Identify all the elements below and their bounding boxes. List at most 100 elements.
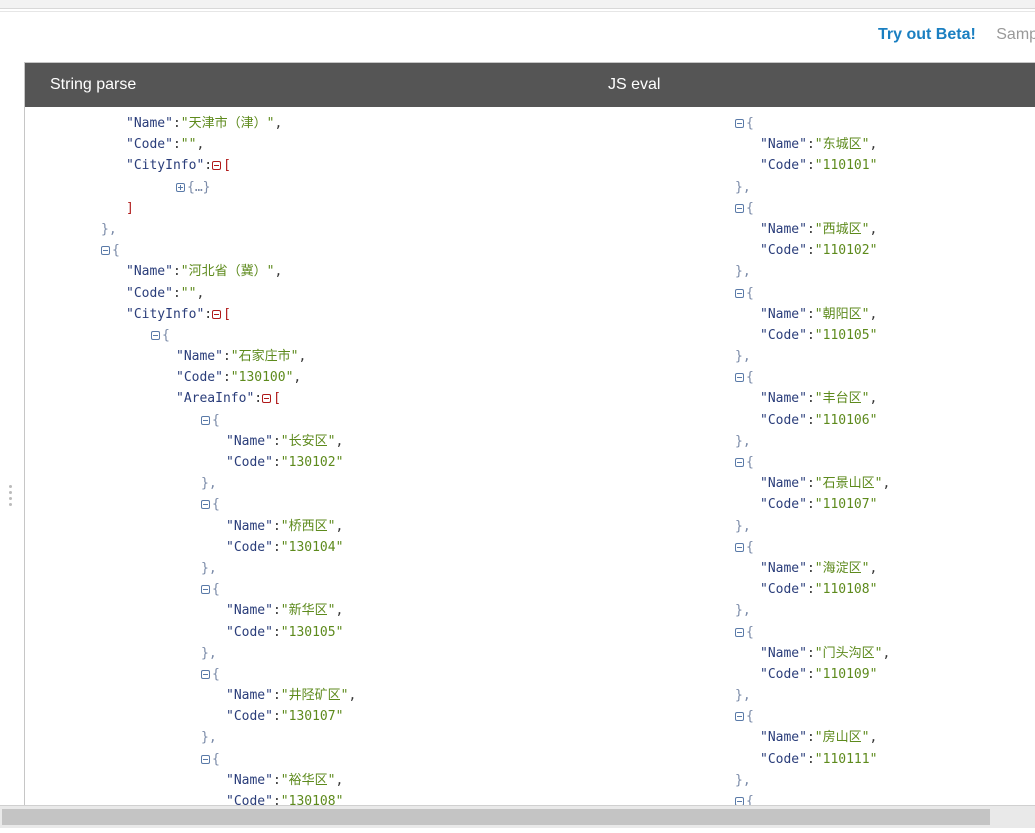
collapse-icon[interactable] (151, 330, 160, 340)
json-key: "Name" (760, 730, 807, 746)
json-key: "AreaInfo" (176, 391, 255, 407)
json-line: "Code":"110108" (735, 579, 890, 600)
json-value: "110111" (814, 751, 878, 767)
json-punctuation: }, (735, 349, 751, 365)
collapse-icon[interactable] (201, 415, 210, 425)
json-punctuation: }, (735, 433, 751, 449)
collapse-icon[interactable] (735, 203, 744, 213)
json-punctuation: : (222, 370, 231, 386)
resize-grip-icon[interactable] (9, 485, 13, 515)
json-key: "Code" (760, 412, 807, 428)
collapse-icon[interactable] (735, 458, 744, 467)
collapse-icon[interactable] (735, 627, 744, 637)
json-key: "Name" (760, 476, 807, 492)
json-punctuation: : (806, 666, 815, 682)
json-punctuation: , (335, 433, 344, 449)
json-punctuation: { (746, 116, 754, 131)
json-value: "130105" (280, 624, 344, 640)
json-punctuation: , (196, 285, 205, 301)
json-line: }, (735, 600, 890, 621)
string-parse-tree: "Name":"天津市（津）", "Code":"", "CityInfo":[{…… (51, 113, 356, 812)
json-punctuation: : (272, 603, 281, 619)
json-punctuation: }, (735, 264, 751, 280)
json-line: { (735, 283, 890, 304)
json-value: "110105" (814, 327, 878, 343)
json-line: { (51, 325, 356, 346)
json-line: { (51, 664, 356, 685)
json-line: { (735, 452, 890, 473)
json-key: "Name" (126, 116, 173, 131)
json-line: { (51, 410, 356, 431)
json-punctuation: : (806, 582, 815, 598)
json-key: "Code" (760, 582, 807, 598)
collapse-icon[interactable] (201, 754, 210, 764)
collapse-icon[interactable] (201, 669, 210, 679)
json-punctuation: : (272, 518, 281, 534)
json-key: "Code" (760, 327, 807, 343)
json-line: "Code":"110109" (735, 664, 890, 685)
json-punctuation: }, (201, 730, 217, 746)
json-punctuation: , (348, 688, 357, 704)
collapse-icon[interactable] (101, 246, 110, 256)
panel-content: "Name":"天津市（津）", "Code":"", "CityInfo":[{…… (25, 107, 1035, 823)
json-line: { (735, 367, 890, 388)
json-key: "Name" (760, 391, 807, 407)
json-line: "Name":"房山区", (735, 727, 890, 748)
json-punctuation: }, (735, 179, 751, 195)
json-line: "CityInfo": [ (51, 155, 356, 176)
collapse-icon[interactable] (735, 542, 744, 552)
json-key: "Name" (760, 221, 807, 237)
json-line: "Code":"110105" (735, 325, 890, 346)
json-punctuation: { (746, 370, 754, 386)
json-punctuation: { (162, 327, 170, 343)
json-key: "Name" (226, 772, 273, 788)
collapse-icon[interactable] (212, 309, 222, 319)
json-punctuation: , (869, 730, 878, 746)
json-value: "130102" (280, 455, 344, 470)
json-punctuation: , (869, 221, 878, 237)
json-punctuation: : (806, 560, 815, 576)
divider (0, 11, 1035, 12)
json-line: "Name":"西城区", (735, 219, 890, 240)
json-punctuation: : (806, 327, 815, 343)
expand-icon[interactable] (176, 182, 185, 192)
json-value: "130107" (280, 709, 344, 725)
json-punctuation: , (335, 772, 344, 788)
collapse-icon[interactable] (735, 712, 744, 722)
json-punctuation: : (806, 476, 815, 492)
json-punctuation: : (806, 137, 815, 153)
json-key: "Code" (760, 158, 807, 174)
sample-link[interactable]: Sampl (996, 26, 1035, 43)
json-punctuation: , (298, 349, 307, 365)
json-punctuation: : (806, 730, 815, 746)
json-punctuation: [ (273, 391, 281, 407)
json-punctuation: : (272, 539, 281, 555)
collapse-icon[interactable] (212, 161, 222, 171)
json-line: "Name":"海淀区", (735, 558, 890, 579)
json-punctuation: }, (735, 688, 751, 704)
try-beta-link[interactable]: Try out Beta! (878, 26, 976, 43)
json-punctuation: : (272, 624, 281, 640)
json-key: "Name" (760, 137, 807, 153)
json-punctuation: : (172, 137, 181, 153)
json-punctuation: : (806, 497, 815, 513)
json-punctuation: : (204, 306, 213, 322)
json-value: "石景山区" (814, 476, 883, 492)
json-line: }, (735, 516, 890, 537)
json-punctuation: }, (735, 603, 751, 619)
json-line: "Code":"130102" (51, 452, 356, 473)
collapse-icon[interactable] (262, 394, 272, 404)
json-key: "Name" (226, 518, 273, 534)
horizontal-scrollbar[interactable] (0, 805, 1035, 828)
collapse-icon[interactable] (201, 500, 210, 510)
json-line: "Name":"新华区", (51, 600, 356, 621)
json-value: "西城区" (814, 221, 870, 237)
scrollbar-thumb[interactable] (2, 809, 990, 825)
collapse-icon[interactable] (735, 119, 744, 128)
collapse-icon[interactable] (201, 585, 210, 595)
collapse-icon[interactable] (735, 373, 744, 383)
json-line: "Code":"130105" (51, 622, 356, 643)
json-value: "房山区" (814, 730, 870, 746)
collapse-icon[interactable] (735, 288, 744, 298)
js-eval-title: JS eval (608, 76, 661, 93)
